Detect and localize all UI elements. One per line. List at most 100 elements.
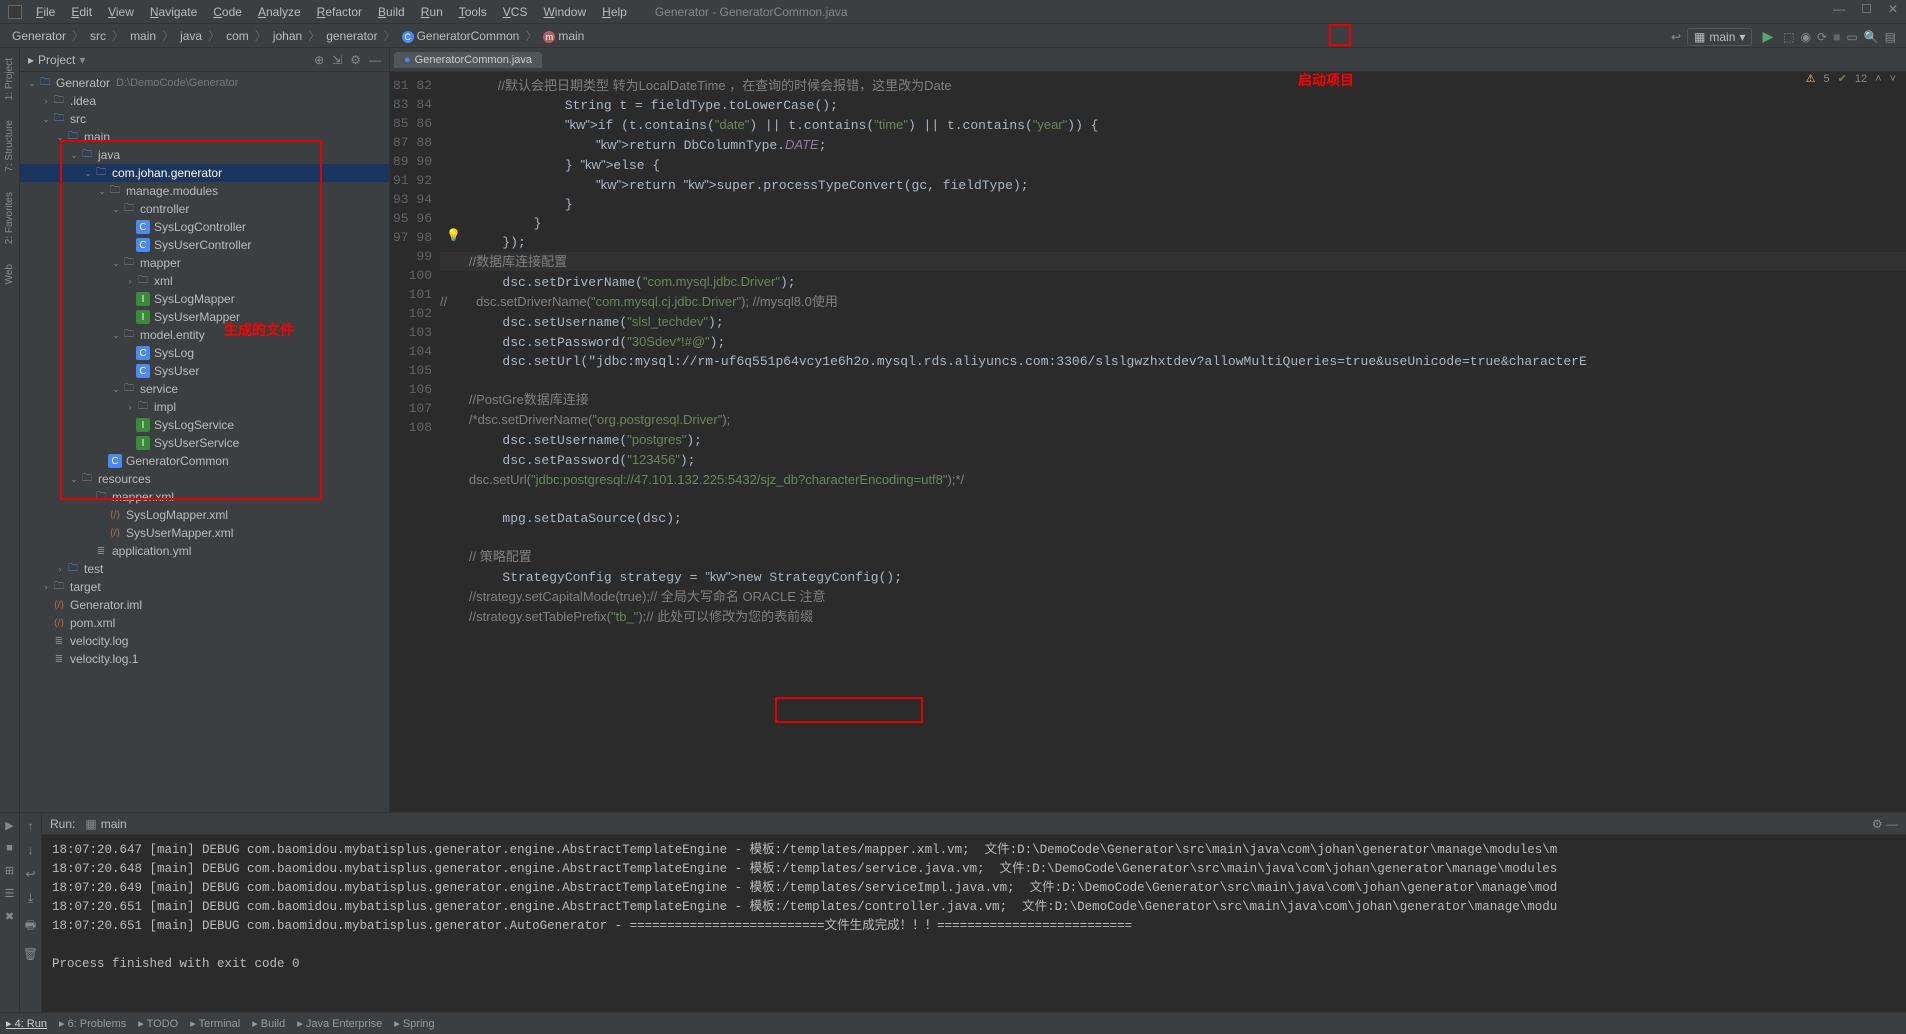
tree-main[interactable]: ⌄🗀main bbox=[20, 128, 389, 146]
bottom-tab-todo[interactable]: ▸ TODO bbox=[138, 1017, 178, 1030]
coverage-button[interactable]: ◉ bbox=[1801, 30, 1811, 44]
menu-tools[interactable]: Tools bbox=[451, 3, 495, 21]
tree-src[interactable]: ⌄🗀src bbox=[20, 110, 389, 128]
tree-test[interactable]: ›🗀test bbox=[20, 560, 389, 578]
back-nav-icon[interactable]: ↩ bbox=[1671, 30, 1681, 44]
menu-navigate[interactable]: Navigate bbox=[142, 3, 205, 21]
menu-view[interactable]: View bbox=[100, 3, 142, 21]
bottom-tab-build[interactable]: ▸ Build bbox=[252, 1017, 285, 1030]
tree-sysuserservice[interactable]: ISysUserService bbox=[20, 434, 389, 452]
tree-sysusercontroller[interactable]: CSysUserController bbox=[20, 236, 389, 254]
close-icon[interactable]: ✕ bbox=[1888, 2, 1898, 16]
tree-mapper[interactable]: ⌄🗀mapper bbox=[20, 254, 389, 272]
code-editor[interactable]: //默认会把日期类型 转为LocalDateTime ，在查询的时候会报错，这里… bbox=[440, 72, 1906, 812]
tree-com-johan-generator[interactable]: ⌄🗀com.johan.generator bbox=[20, 164, 389, 182]
tree-generator-iml[interactable]: ⟨/⟩Generator.iml bbox=[20, 596, 389, 614]
tree-mapper-xml[interactable]: ⌄🗀mapper.xml bbox=[20, 488, 389, 506]
stop-button[interactable]: ■ bbox=[1833, 30, 1840, 44]
intention-bulb-icon[interactable]: 💡 bbox=[446, 228, 461, 242]
menu-run[interactable]: Run bbox=[413, 3, 451, 21]
tree-service[interactable]: ⌄🗀service bbox=[20, 380, 389, 398]
crumb-src[interactable]: src bbox=[86, 27, 110, 45]
search-icon[interactable]: 🔍 bbox=[1864, 30, 1879, 44]
run-tab-label[interactable]: main bbox=[101, 817, 127, 831]
tree-syslogmapper-xml[interactable]: ⟨/⟩SysLogMapper.xml bbox=[20, 506, 389, 524]
layout-button[interactable]: ⊞ bbox=[5, 864, 14, 877]
tree--idea[interactable]: ›🗀.idea bbox=[20, 92, 389, 110]
tree-syslogservice[interactable]: ISysLogService bbox=[20, 416, 389, 434]
menu-help[interactable]: Help bbox=[594, 3, 635, 21]
crumb-java[interactable]: java bbox=[176, 27, 206, 45]
tree-controller[interactable]: ⌄🗀controller bbox=[20, 200, 389, 218]
settings-icon[interactable]: ▤ bbox=[1885, 30, 1896, 44]
tree-generator[interactable]: ⌄🗀GeneratorD:\DemoCode\Generator bbox=[20, 74, 389, 92]
up-button[interactable]: ↑ bbox=[28, 819, 34, 833]
maximize-icon[interactable]: ☐ bbox=[1861, 2, 1872, 16]
tree-sysusermapper-xml[interactable]: ⟨/⟩SysUserMapper.xml bbox=[20, 524, 389, 542]
tree-application-yml[interactable]: ≣application.yml bbox=[20, 542, 389, 560]
bottom-tab-terminal[interactable]: ▸ Terminal bbox=[190, 1017, 240, 1030]
tree-syslogcontroller[interactable]: CSysLogController bbox=[20, 218, 389, 236]
dump-button[interactable]: ☰ bbox=[5, 887, 15, 900]
crumb-main[interactable]: main bbox=[126, 27, 160, 45]
tree-xml[interactable]: ›🗀xml bbox=[20, 272, 389, 290]
crumb-main[interactable]: mmain bbox=[539, 27, 588, 45]
tree-pom-xml[interactable]: ⟨/⟩pom.xml bbox=[20, 614, 389, 632]
stop-button[interactable]: ■ bbox=[6, 842, 13, 854]
tree-target[interactable]: ›🗀target bbox=[20, 578, 389, 596]
tree-velocity-log[interactable]: ≣velocity.log bbox=[20, 632, 389, 650]
bottom-tab-4-run[interactable]: ▸ 4: Run bbox=[6, 1017, 47, 1030]
gear-icon[interactable]: ⚙ — bbox=[1872, 817, 1898, 831]
console-output[interactable]: 18:07:20.647 [main] DEBUG com.baomidou.m… bbox=[42, 835, 1906, 1012]
tree-sysusermapper[interactable]: ISysUserMapper bbox=[20, 308, 389, 326]
run-config-combo[interactable]: ▦ main ▾ bbox=[1687, 28, 1752, 46]
debug-button[interactable]: ⬚ bbox=[1783, 30, 1794, 44]
tree-manage-modules[interactable]: ⌄🗀manage.modules bbox=[20, 182, 389, 200]
tree-model-entity[interactable]: ⌄🗀model.entity bbox=[20, 326, 389, 344]
exit-button[interactable]: ✖ bbox=[5, 910, 14, 923]
web-tool-button[interactable]: Web bbox=[4, 264, 15, 284]
tree-resources[interactable]: ⌄🗀resources bbox=[20, 470, 389, 488]
profile-button[interactable]: ⟳ bbox=[1817, 30, 1827, 44]
menu-window[interactable]: Window bbox=[535, 3, 594, 21]
menu-code[interactable]: Code bbox=[205, 3, 250, 21]
tree-java[interactable]: ⌄🗀java bbox=[20, 146, 389, 164]
bottom-tab-java-enterprise[interactable]: ▸ Java Enterprise bbox=[297, 1017, 382, 1030]
chevron-down-icon[interactable]: ▾ bbox=[79, 53, 85, 67]
gear-icon[interactable]: ⚙ bbox=[350, 53, 361, 67]
crumb-johan[interactable]: johan bbox=[269, 27, 306, 45]
editor-tab[interactable]: ● GeneratorCommon.java bbox=[394, 52, 542, 68]
bottom-tab-6-problems[interactable]: ▸ 6: Problems bbox=[59, 1017, 126, 1030]
tree-sysuser[interactable]: CSysUser bbox=[20, 362, 389, 380]
crumb-com[interactable]: com bbox=[222, 27, 253, 45]
scroll-to-end-button[interactable]: ⤓ bbox=[28, 891, 33, 906]
rerun-button[interactable]: ▶ bbox=[5, 819, 13, 832]
crumb-generator[interactable]: Generator bbox=[8, 27, 70, 45]
minimize-icon[interactable]: — bbox=[1833, 2, 1845, 16]
down-button[interactable]: ↓ bbox=[28, 843, 34, 857]
expand-icon[interactable]: ⇲ bbox=[332, 53, 342, 67]
tree-syslogmapper[interactable]: ISysLogMapper bbox=[20, 290, 389, 308]
menu-file[interactable]: File bbox=[28, 3, 63, 21]
print-button[interactable]: 🖶 bbox=[25, 916, 36, 937]
layout-icon[interactable]: ▭ bbox=[1846, 30, 1857, 44]
crumb-generator[interactable]: generator bbox=[322, 27, 381, 45]
favorites-tool-button[interactable]: 2: Favorites bbox=[4, 192, 15, 244]
crumb-generatorcommon[interactable]: CGeneratorCommon bbox=[398, 27, 524, 45]
locate-icon[interactable]: ⊕ bbox=[314, 53, 324, 67]
project-tree[interactable]: ⌄🗀GeneratorD:\DemoCode\Generator›🗀.idea⌄… bbox=[20, 72, 389, 812]
clear-button[interactable]: 🗑 bbox=[23, 947, 38, 961]
menu-vcs[interactable]: VCS bbox=[495, 3, 536, 21]
menu-edit[interactable]: Edit bbox=[63, 3, 100, 21]
hide-icon[interactable]: — bbox=[369, 53, 381, 67]
menu-analyze[interactable]: Analyze bbox=[250, 3, 309, 21]
soft-wrap-button[interactable]: ↩ bbox=[25, 867, 35, 881]
tree-generatorcommon[interactable]: CGeneratorCommon bbox=[20, 452, 389, 470]
run-button[interactable]: ▶ bbox=[1758, 26, 1777, 47]
tree-syslog[interactable]: CSysLog bbox=[20, 344, 389, 362]
menu-build[interactable]: Build bbox=[370, 3, 413, 21]
menu-refactor[interactable]: Refactor bbox=[309, 3, 370, 21]
structure-tool-button[interactable]: 7: Structure bbox=[4, 120, 15, 172]
project-tool-button[interactable]: 1: Project bbox=[4, 58, 15, 100]
bottom-tab-spring[interactable]: ▸ Spring bbox=[394, 1017, 434, 1030]
